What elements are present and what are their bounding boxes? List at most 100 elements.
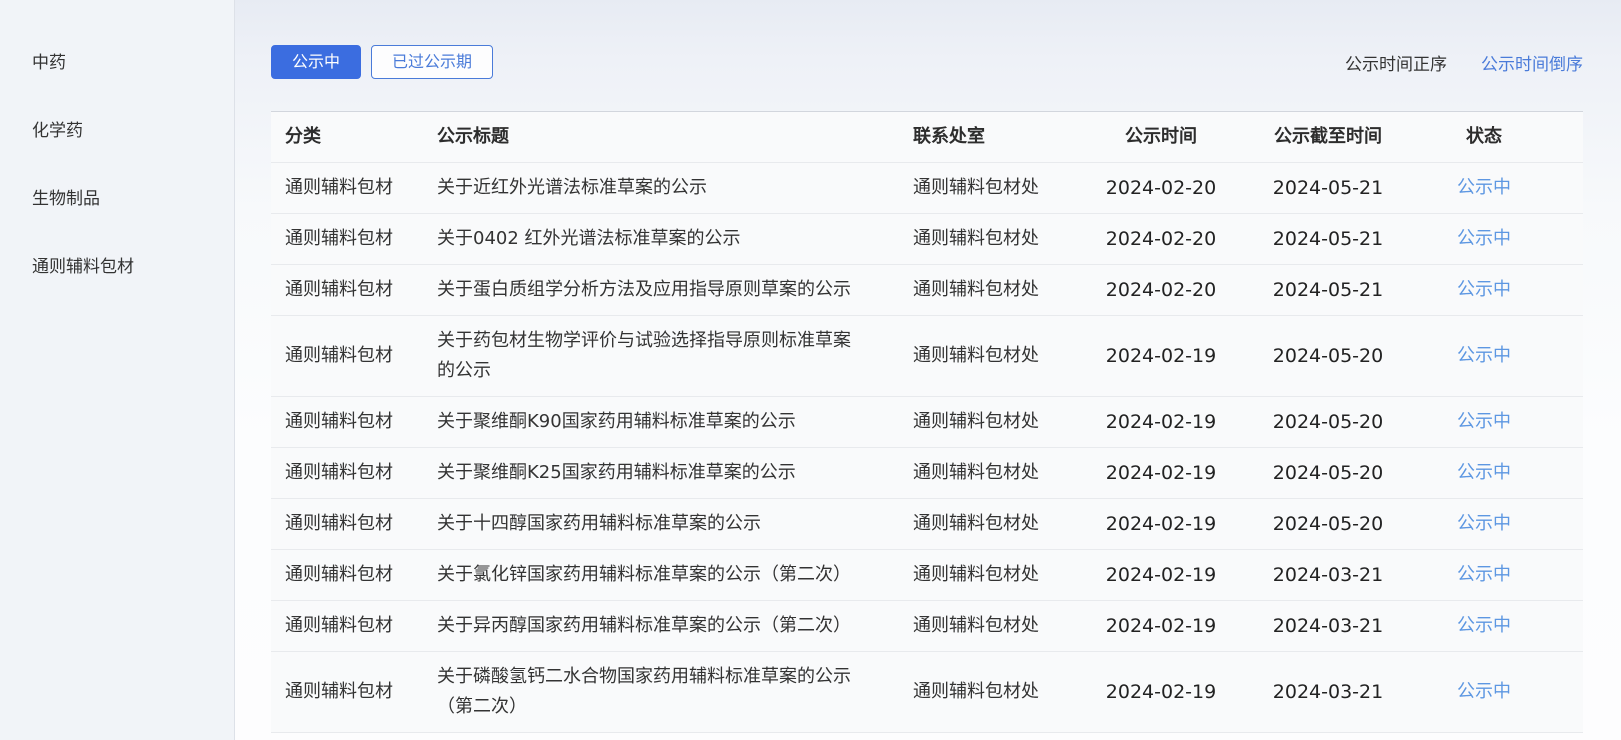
notice-title-text[interactable]: 关于磷酸氢钙二水合物国家药用辅料标准草案的公示（第二次）	[437, 666, 851, 717]
cell-category: 通则辅料包材	[271, 265, 437, 315]
status-link[interactable]: 公示中	[1457, 564, 1511, 585]
status-link[interactable]: 公示中	[1457, 513, 1511, 534]
cell-category: 通则辅料包材	[271, 448, 437, 498]
cell-publish-date: 2024-02-19	[1081, 550, 1241, 600]
cell-status: 公示中	[1415, 601, 1583, 651]
category-sidebar: 中药 化学药 生物制品 通则辅料包材	[0, 0, 235, 740]
table-row: 通则辅料包材 关于蛋白质组学分析方法及应用指导原则草案的公示 通则辅料包材处 2…	[271, 265, 1583, 316]
filter-button-expired-notice[interactable]: 已过公示期	[371, 45, 493, 79]
cell-status: 公示中	[1415, 163, 1583, 213]
header-deadline: 公示截至时间	[1241, 112, 1415, 162]
cell-status: 公示中	[1415, 667, 1583, 717]
cell-publish-date: 2024-02-19	[1081, 397, 1241, 447]
cell-publish-date: 2024-02-19	[1081, 331, 1241, 381]
cell-status: 公示中	[1415, 499, 1583, 549]
table-row: 通则辅料包材 关于聚维酮K90国家药用辅料标准草案的公示 通则辅料包材处 202…	[271, 397, 1583, 448]
sidebar-item-shengwuzhipin[interactable]: 生物制品	[32, 188, 234, 256]
cell-title[interactable]: 关于异丙醇国家药用辅料标准草案的公示（第二次）	[437, 601, 913, 651]
header-publish-date: 公示时间	[1081, 112, 1241, 162]
cell-category: 通则辅料包材	[271, 499, 437, 549]
cell-publish-date: 2024-02-19	[1081, 448, 1241, 498]
notice-title-text[interactable]: 关于蛋白质组学分析方法及应用指导原则草案的公示	[437, 279, 851, 300]
cell-office: 通则辅料包材处	[913, 550, 1081, 600]
cell-title[interactable]: 关于聚维酮K25国家药用辅料标准草案的公示	[437, 448, 913, 498]
cell-office: 通则辅料包材处	[913, 499, 1081, 549]
cell-deadline: 2024-05-20	[1241, 499, 1415, 549]
sort-link-ascending[interactable]: 公示时间正序	[1345, 50, 1447, 75]
notice-title-text[interactable]: 关于0402 红外光谱法标准草案的公示	[437, 228, 741, 249]
status-link[interactable]: 公示中	[1457, 177, 1511, 198]
status-link[interactable]: 公示中	[1457, 228, 1511, 249]
table-row: 通则辅料包材 关于近红外光谱法标准草案的公示 通则辅料包材处 2024-02-2…	[271, 163, 1583, 214]
sidebar-item-tongzefuliaobaocai[interactable]: 通则辅料包材	[32, 256, 234, 324]
table-row: 通则辅料包材 关于聚维酮K25国家药用辅料标准草案的公示 通则辅料包材处 202…	[271, 448, 1583, 499]
status-link[interactable]: 公示中	[1457, 462, 1511, 483]
cell-status: 公示中	[1415, 331, 1583, 381]
cell-deadline: 2024-05-20	[1241, 397, 1415, 447]
cell-status: 公示中	[1415, 550, 1583, 600]
table-body: 通则辅料包材 关于近红外光谱法标准草案的公示 通则辅料包材处 2024-02-2…	[271, 163, 1583, 733]
sidebar-item-zhongyao[interactable]: 中药	[32, 52, 234, 120]
cell-publish-date: 2024-02-20	[1081, 214, 1241, 264]
cell-deadline: 2024-05-20	[1241, 448, 1415, 498]
cell-title[interactable]: 关于近红外光谱法标准草案的公示	[437, 163, 913, 213]
sidebar-item-huaxueyao[interactable]: 化学药	[32, 120, 234, 188]
sort-group: 公示时间正序 公示时间倒序	[1345, 50, 1583, 75]
header-status: 状态	[1415, 112, 1583, 162]
table-row: 通则辅料包材 关于十四醇国家药用辅料标准草案的公示 通则辅料包材处 2024-0…	[271, 499, 1583, 550]
status-link[interactable]: 公示中	[1457, 615, 1511, 636]
status-link[interactable]: 公示中	[1457, 279, 1511, 300]
header-title: 公示标题	[437, 112, 913, 162]
notice-title-text[interactable]: 关于药包材生物学评价与试验选择指导原则标准草案的公示	[437, 330, 851, 381]
cell-status: 公示中	[1415, 397, 1583, 447]
notice-title-text[interactable]: 关于氯化锌国家药用辅料标准草案的公示（第二次）	[437, 564, 851, 585]
cell-title[interactable]: 关于药包材生物学评价与试验选择指导原则标准草案的公示	[437, 316, 913, 396]
cell-category: 通则辅料包材	[271, 214, 437, 264]
filter-button-in-notice[interactable]: 公示中	[271, 45, 361, 79]
table-row: 通则辅料包材 关于磷酸氢钙二水合物国家药用辅料标准草案的公示（第二次） 通则辅料…	[271, 652, 1583, 733]
toolbar: 公示中 已过公示期 公示时间正序 公示时间倒序	[271, 45, 1583, 79]
cell-deadline: 2024-05-21	[1241, 265, 1415, 315]
notice-title-text[interactable]: 关于近红外光谱法标准草案的公示	[437, 177, 707, 198]
cell-title[interactable]: 关于磷酸氢钙二水合物国家药用辅料标准草案的公示（第二次）	[437, 652, 913, 732]
cell-publish-date: 2024-02-19	[1081, 667, 1241, 717]
notice-title-text[interactable]: 关于聚维酮K90国家药用辅料标准草案的公示	[437, 411, 796, 432]
cell-title[interactable]: 关于聚维酮K90国家药用辅料标准草案的公示	[437, 397, 913, 447]
status-link[interactable]: 公示中	[1457, 345, 1511, 366]
header-category: 分类	[271, 112, 437, 162]
cell-publish-date: 2024-02-20	[1081, 163, 1241, 213]
cell-title[interactable]: 关于蛋白质组学分析方法及应用指导原则草案的公示	[437, 265, 913, 315]
cell-office: 通则辅料包材处	[913, 448, 1081, 498]
cell-category: 通则辅料包材	[271, 550, 437, 600]
cell-category: 通则辅料包材	[271, 331, 437, 381]
cell-status: 公示中	[1415, 448, 1583, 498]
cell-category: 通则辅料包材	[271, 397, 437, 447]
filter-group: 公示中 已过公示期	[271, 45, 493, 79]
cell-category: 通则辅料包材	[271, 163, 437, 213]
cell-title[interactable]: 关于0402 红外光谱法标准草案的公示	[437, 214, 913, 264]
sort-link-descending[interactable]: 公示时间倒序	[1481, 50, 1583, 75]
cell-deadline: 2024-03-21	[1241, 601, 1415, 651]
status-link[interactable]: 公示中	[1457, 681, 1511, 702]
table-row: 通则辅料包材 关于0402 红外光谱法标准草案的公示 通则辅料包材处 2024-…	[271, 214, 1583, 265]
cell-status: 公示中	[1415, 265, 1583, 315]
notice-title-text[interactable]: 关于聚维酮K25国家药用辅料标准草案的公示	[437, 462, 796, 483]
table-row: 通则辅料包材 关于异丙醇国家药用辅料标准草案的公示（第二次） 通则辅料包材处 2…	[271, 601, 1583, 652]
table-row: 通则辅料包材 关于氯化锌国家药用辅料标准草案的公示（第二次） 通则辅料包材处 2…	[271, 550, 1583, 601]
cell-deadline: 2024-05-21	[1241, 214, 1415, 264]
cell-deadline: 2024-03-21	[1241, 550, 1415, 600]
notice-title-text[interactable]: 关于十四醇国家药用辅料标准草案的公示	[437, 513, 761, 534]
cell-deadline: 2024-05-20	[1241, 331, 1415, 381]
cell-publish-date: 2024-02-19	[1081, 499, 1241, 549]
cell-office: 通则辅料包材处	[913, 163, 1081, 213]
cell-deadline: 2024-03-21	[1241, 667, 1415, 717]
cell-title[interactable]: 关于十四醇国家药用辅料标准草案的公示	[437, 499, 913, 549]
table-header-row: 分类 公示标题 联系处室 公示时间 公示截至时间 状态	[271, 112, 1583, 163]
cell-category: 通则辅料包材	[271, 601, 437, 651]
status-link[interactable]: 公示中	[1457, 411, 1511, 432]
cell-publish-date: 2024-02-20	[1081, 265, 1241, 315]
cell-title[interactable]: 关于氯化锌国家药用辅料标准草案的公示（第二次）	[437, 550, 913, 600]
cell-office: 通则辅料包材处	[913, 265, 1081, 315]
notice-title-text[interactable]: 关于异丙醇国家药用辅料标准草案的公示（第二次）	[437, 615, 851, 636]
cell-status: 公示中	[1415, 214, 1583, 264]
